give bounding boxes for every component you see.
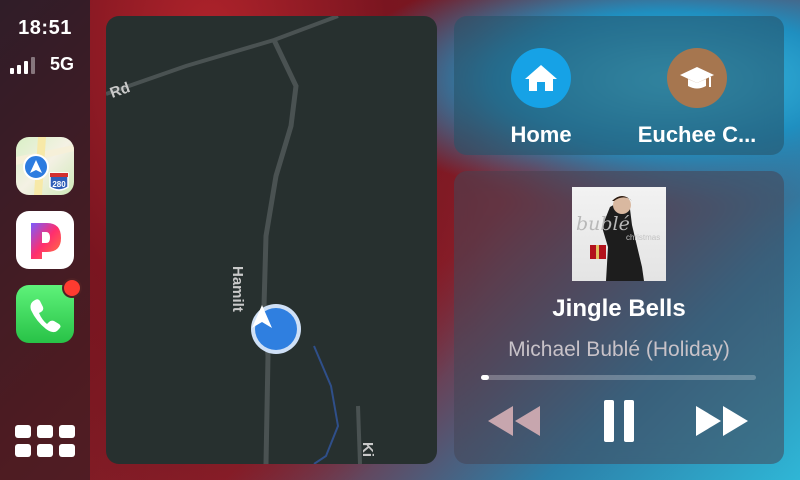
- map-roads: [106, 16, 362, 464]
- song-title: Jingle Bells: [552, 295, 686, 322]
- rewind-button[interactable]: [484, 399, 544, 443]
- map-view[interactable]: Rd Hamilt Ki: [106, 16, 437, 464]
- navigation-arrow-icon: [252, 305, 272, 328]
- fast-forward-icon: [696, 406, 748, 436]
- pause-icon: [604, 400, 634, 442]
- road-label-hamilton: Hamilt: [229, 266, 246, 312]
- shortcuts-card: Home Euchee C...: [454, 16, 784, 155]
- maps-app-button[interactable]: 280: [16, 137, 74, 195]
- rewind-icon: [488, 406, 540, 436]
- progress-bar[interactable]: [481, 375, 756, 380]
- maps-icon: 280: [16, 137, 74, 195]
- phone-notification-badge: [62, 278, 82, 298]
- current-location-marker: [251, 304, 301, 354]
- progress-fill: [481, 375, 490, 380]
- song-artist: Michael Bublé (Holiday): [508, 338, 730, 361]
- signal-status: 5G: [10, 54, 80, 74]
- shortcut-home[interactable]: Home: [466, 48, 616, 148]
- home-icon: [511, 48, 571, 108]
- now-playing-card[interactable]: bublé christmas Jingle Bells Michael Bub…: [454, 171, 784, 464]
- shortcut-home-label: Home: [510, 122, 572, 147]
- fast-forward-button[interactable]: [692, 399, 752, 443]
- app-grid-button[interactable]: [15, 425, 77, 459]
- pause-button[interactable]: [594, 399, 644, 443]
- album-art-subtitle: christmas: [626, 233, 661, 242]
- status-time: 18:51: [18, 17, 72, 39]
- network-type: 5G: [50, 54, 75, 74]
- shortcut-euchee[interactable]: Euchee C...: [622, 48, 772, 148]
- highway-shield-number: 280: [52, 180, 66, 189]
- graduation-cap-icon: [667, 48, 727, 108]
- dock-sidebar: 18:51 5G 280: [0, 0, 90, 480]
- road-label-ki: Ki: [359, 442, 376, 457]
- pandora-app-button[interactable]: [16, 211, 74, 269]
- shortcut-euchee-label: Euchee C...: [637, 122, 757, 147]
- album-art-title: bublé: [576, 213, 630, 235]
- album-art: bublé christmas: [572, 187, 666, 281]
- pandora-icon: [31, 223, 61, 259]
